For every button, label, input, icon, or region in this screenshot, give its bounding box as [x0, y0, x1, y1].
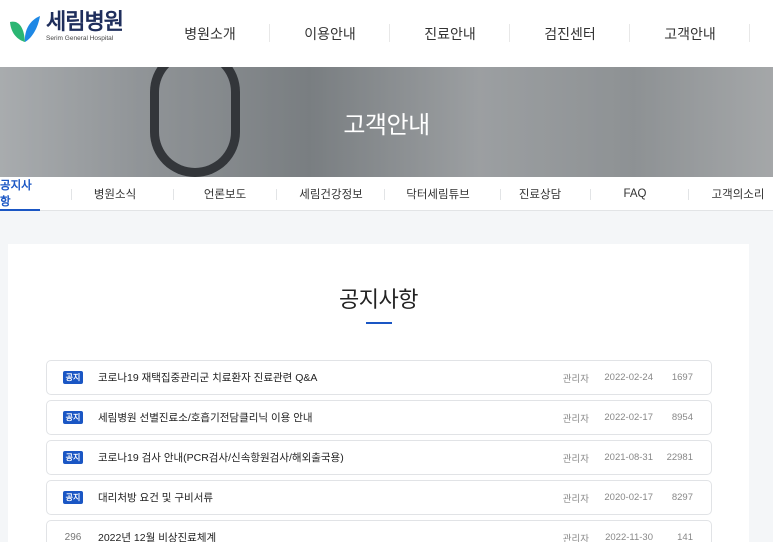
list-item-views: 8297: [671, 492, 693, 503]
list-item-title[interactable]: 코로나19 검사 안내(PCR검사/신속항원검사/해외출국용): [98, 450, 549, 465]
list-item-views: 141: [677, 532, 693, 542]
list-item-title[interactable]: 세림병원 선별진료소/호흡기전담클리닉 이용 안내: [98, 410, 549, 425]
notice-badge: 공지: [63, 371, 83, 384]
subnav-item-consult[interactable]: 진료상담: [505, 177, 575, 211]
logo-korean-name: 세림병원: [46, 9, 124, 34]
subnav-divider: [688, 189, 689, 200]
list-item-date: 2022-02-24: [604, 372, 653, 383]
title-underline: [366, 322, 392, 324]
subnav-item-health-info[interactable]: 세림건강정보: [286, 177, 376, 211]
list-item[interactable]: 296 2022년 12월 비상진료체계 관리자 2022-11-30 141: [46, 520, 712, 542]
notice-badge: 공지: [63, 451, 83, 464]
subnav-divider: [384, 189, 385, 200]
subnav-divider: [590, 189, 591, 200]
list-item[interactable]: 공지 코로나19 검사 안내(PCR검사/신속항원검사/해외출국용) 관리자 2…: [46, 440, 712, 475]
list-item-number: 296: [64, 532, 82, 542]
list-item-views: 22981: [666, 452, 693, 463]
nav-item-about[interactable]: 병원소개: [150, 0, 270, 67]
main-nav: 병원소개 이용안내 진료안내 검진센터 고객안내: [150, 0, 750, 67]
logo-english-name: Serim General Hospital: [46, 35, 114, 42]
list-item-author: 관리자: [562, 453, 589, 465]
list-item-author: 관리자: [562, 533, 589, 542]
list-item[interactable]: 공지 대리처방 요건 및 구비서류 관리자 2020-02-17 8297: [46, 480, 712, 515]
list-item-title[interactable]: 대리처방 요건 및 구비서류: [98, 490, 549, 505]
list-item-views: 1697: [671, 372, 693, 383]
list-item-author: 관리자: [562, 373, 589, 385]
notice-badge: 공지: [63, 411, 83, 424]
nav-item-checkup[interactable]: 검진센터: [510, 0, 630, 67]
subnav-divider: [276, 189, 277, 200]
notice-badge: 공지: [63, 491, 83, 504]
list-item-author: 관리자: [562, 493, 589, 505]
subnav-divider: [173, 189, 174, 200]
subnav-item-faq[interactable]: FAQ: [605, 177, 665, 211]
list-item-date: 2022-11-30: [605, 532, 653, 542]
site-header: 세림병원 Serim General Hospital 병원소개 이용안내 진료…: [0, 0, 773, 67]
page-title: 공지사항: [339, 287, 418, 312]
subnav-item-doctor-tube[interactable]: 닥터세림튜브: [393, 177, 483, 211]
logo-leaf-icon: [10, 16, 40, 42]
list-item-author: 관리자: [562, 413, 589, 425]
list-item-date: 2020-02-17: [604, 492, 653, 503]
subnav-divider: [500, 189, 501, 200]
hero-banner: 고객안내: [0, 67, 773, 177]
hero-title: 고객안내: [343, 112, 430, 139]
list-item-title[interactable]: 코로나19 재택집중관리군 치료환자 진료관련 Q&A: [98, 370, 549, 385]
nav-item-guide[interactable]: 이용안내: [270, 0, 390, 67]
hospital-logo[interactable]: 세림병원 Serim General Hospital: [8, 9, 124, 44]
list-item-title[interactable]: 2022년 12월 비상진료체계: [98, 530, 549, 542]
sub-nav: 공지사항 병원소식 언론보도 세림건강정보 닥터세림튜브 진료상담 FAQ 고객…: [0, 177, 773, 211]
subnav-item-news[interactable]: 병원소식: [80, 177, 150, 211]
nav-item-treatment[interactable]: 진료안내: [390, 0, 510, 67]
nav-item-customer[interactable]: 고객안내: [630, 0, 750, 67]
list-item[interactable]: 공지 코로나19 재택집중관리군 치료환자 진료관련 Q&A 관리자 2022-…: [46, 360, 712, 395]
subnav-item-notice[interactable]: 공지사항: [0, 177, 40, 211]
list-item-date: 2022-02-17: [604, 412, 653, 423]
notice-board: 공지사항 공지 코로나19 재택집중관리군 치료환자 진료관련 Q&A 관리자 …: [8, 244, 749, 542]
list-item[interactable]: 공지 세림병원 선별진료소/호흡기전담클리닉 이용 안내 관리자 2022-02…: [46, 400, 712, 435]
list-item-date: 2021-08-31: [604, 452, 653, 463]
subnav-item-press[interactable]: 언론보도: [190, 177, 260, 211]
subnav-divider: [71, 189, 72, 200]
subnav-item-voice[interactable]: 고객의소리: [703, 177, 773, 211]
list-item-views: 8954: [671, 412, 693, 423]
